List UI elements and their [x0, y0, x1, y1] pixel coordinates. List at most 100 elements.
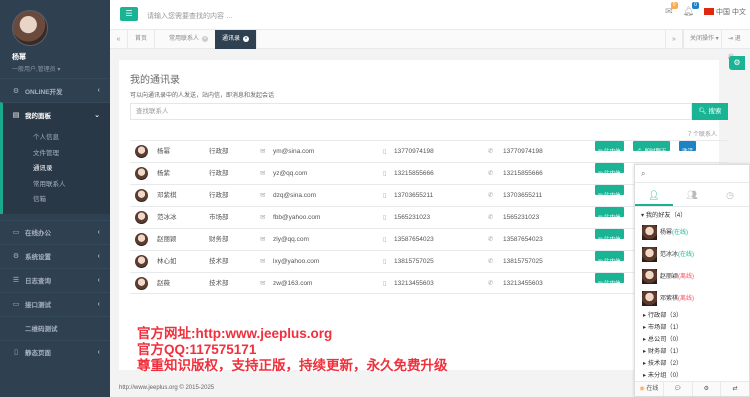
contact-search-input[interactable]: 查找联系人 [130, 103, 692, 120]
logout-button[interactable]: ⇥ 退出 [721, 30, 750, 61]
envelope-icon: ✉ [260, 214, 266, 221]
sidebar-item-label: 我的面板 [25, 112, 51, 120]
theme-settings-button[interactable]: ⚙ [729, 56, 745, 70]
contact-department: 行政部 [209, 170, 229, 177]
sidebar-subitem-mailbox[interactable]: 信箱 [3, 192, 110, 208]
chat-swap-button[interactable]: ⇄ [721, 382, 749, 396]
envelope-icon: ✉ [598, 215, 603, 221]
avatar[interactable] [12, 10, 48, 46]
message-button[interactable]: ✉ 站内信 [595, 163, 624, 177]
friend-group[interactable]: ▸ 市场部（1） [635, 322, 749, 334]
mobile-icon: ▯ [383, 280, 387, 287]
sidebar-subitem-frequent-contacts[interactable]: 常用联系人 [3, 177, 110, 193]
activate-button[interactable]: 激活 [679, 141, 697, 155]
mobile-icon: ▯ [383, 148, 387, 155]
friend-group[interactable]: ▸ 财务部（1） [635, 346, 749, 358]
table-row: 杨幂 行政部 ✉ ym@sina.com ▯ 13770974198 ✆ 1377097419… [130, 140, 728, 162]
friend-item[interactable]: 赵丽颖(离线) [635, 266, 749, 288]
chevron-down-icon: ⌄ [94, 111, 100, 119]
file-icon: ▯ [14, 349, 18, 356]
message-button[interactable]: ✉ 站内信 [595, 273, 624, 287]
envelope-icon: ✉ [260, 280, 266, 287]
contact-department: 财务部 [209, 236, 229, 243]
chat-tab-history[interactable]: ◷ [711, 183, 749, 206]
message-button[interactable]: ✉ 站内信 [595, 141, 624, 155]
chevron-left-icon: ‹ [97, 300, 100, 308]
chat-settings-button[interactable]: ⚙ [693, 382, 722, 396]
close-icon[interactable]: × [243, 36, 250, 42]
global-search-input[interactable]: 请输入您需要查找的内容 … [147, 11, 233, 21]
tab-contacts[interactable]: 通讯录 × [215, 30, 258, 49]
sidebar-item-qr-test[interactable]: 二维码测试 [0, 315, 110, 340]
gear-icon: ⚙ [12, 87, 20, 95]
contact-email: yz@qq.com [273, 170, 308, 177]
search-button[interactable]: 🔍︎ 搜索 [692, 103, 728, 120]
sidebar-item-logs[interactable]: ☰ 日志查询 ‹ [0, 267, 110, 292]
contact-email: zw@163.com [273, 280, 313, 287]
sidebar-subitem-contacts[interactable]: 通讯录 [3, 161, 110, 177]
chat-tab-groups[interactable]: 👥︎ [673, 183, 711, 206]
friend-status: (在线) [672, 230, 689, 236]
chat-bubble-button[interactable]: 💬︎ [664, 382, 693, 396]
contact-mobile: 13770974198 [394, 148, 434, 155]
contact-mobile: 13587654023 [394, 236, 434, 243]
friend-group[interactable]: ▸ 行政部（3） [635, 310, 749, 322]
sidebar-item-static-pages[interactable]: ▯ 静态页面 ‹ [0, 339, 110, 364]
contact-avatar [135, 189, 148, 202]
tab-frequent-contacts[interactable]: 常用联系人 × [162, 30, 217, 49]
message-button[interactable]: ✉ 站内信 [595, 207, 624, 221]
envelope-icon: ✉ [598, 237, 603, 243]
tab-home[interactable]: 首页 [128, 30, 156, 49]
friend-group[interactable]: ▸ 总公司（0） [635, 334, 749, 346]
envelope-icon: ✉ [260, 170, 266, 177]
message-button[interactable]: ✉ 站内信 [595, 185, 624, 199]
friend-group[interactable]: ▸ 技术部（2） [635, 358, 749, 370]
contact-phone: 1565231023 [503, 214, 540, 221]
profile-role[interactable]: 一般用户,管理员 ▾ [12, 64, 110, 73]
contact-phone: 13215855666 [503, 170, 543, 177]
message-button[interactable]: ✉ 站内信 [595, 251, 624, 265]
sidebar-item-label: 二维码测试 [25, 326, 58, 333]
chat-button[interactable]: 🔔︎ 即时聊天 [633, 141, 670, 155]
contact-department: 行政部 [209, 148, 229, 155]
friend-item[interactable]: 范冰冰(在线) [635, 244, 749, 266]
friend-avatar [642, 225, 657, 240]
sidebar-item-my-panel[interactable]: ▤ 我的面板 ⌄ [0, 102, 110, 126]
friend-group[interactable]: ▾ 我的好友（4） [635, 210, 749, 222]
mail-button[interactable]: ✉ 0 [665, 2, 678, 17]
tab-scroll-right-button[interactable]: » [665, 30, 683, 49]
close-operations-dropdown[interactable]: 关闭操作 ▾ [683, 30, 725, 49]
mobile-icon: ▯ [383, 258, 387, 265]
contact-avatar [135, 211, 148, 224]
envelope-icon: ✉ [598, 259, 603, 265]
sidebar-item-system-settings[interactable]: ⚙ 系统设置 ‹ [0, 243, 110, 268]
contact-avatar [135, 167, 148, 180]
sidebar-subitem-profile[interactable]: 个人信息 [3, 130, 110, 146]
status-selector[interactable]: ◉ 在线 [635, 382, 664, 396]
notification-button[interactable]: 🔔︎ 0 [683, 2, 700, 17]
contact-name: 赵薇 [157, 280, 170, 287]
message-button[interactable]: ✉ 站内信 [595, 229, 624, 243]
sidebar-item-api-test[interactable]: ▭ 接口测试 ‹ [0, 291, 110, 316]
contact-count: 7 个联系人 [687, 132, 717, 138]
sidebar-item-office[interactable]: ▭ 在线办公 ‹ [0, 219, 110, 244]
phone-icon: ✆ [488, 258, 494, 265]
language-selector[interactable]: 中国 中文 [704, 7, 746, 17]
friend-avatar [642, 291, 657, 306]
monitor-icon: ▭ [12, 229, 20, 236]
chat-tab-friends[interactable]: 👤︎ [635, 183, 673, 206]
sidebar-item-online-dev[interactable]: ⚙ ONLINE开发 ‹ [0, 78, 110, 102]
close-icon[interactable]: × [202, 36, 209, 42]
friend-item[interactable]: 邓紫棋(离线) [635, 288, 749, 310]
profile-name[interactable]: 杨幂 [12, 52, 110, 62]
contact-name: 邓紫棋 [157, 192, 177, 199]
friend-item[interactable]: 杨幂(在线) [635, 222, 749, 244]
menu-toggle-button[interactable]: ☰ [120, 7, 138, 21]
tab-scroll-left-button[interactable]: « [110, 30, 128, 49]
chat-search-input[interactable]: ⌕ [635, 165, 749, 183]
friend-avatar [642, 247, 657, 262]
contact-phone: 13815757025 [503, 258, 543, 265]
chevron-left-icon: ‹ [97, 228, 100, 236]
sidebar-subitem-files[interactable]: 文件管理 [3, 146, 110, 162]
contact-department: 技术部 [209, 280, 229, 287]
